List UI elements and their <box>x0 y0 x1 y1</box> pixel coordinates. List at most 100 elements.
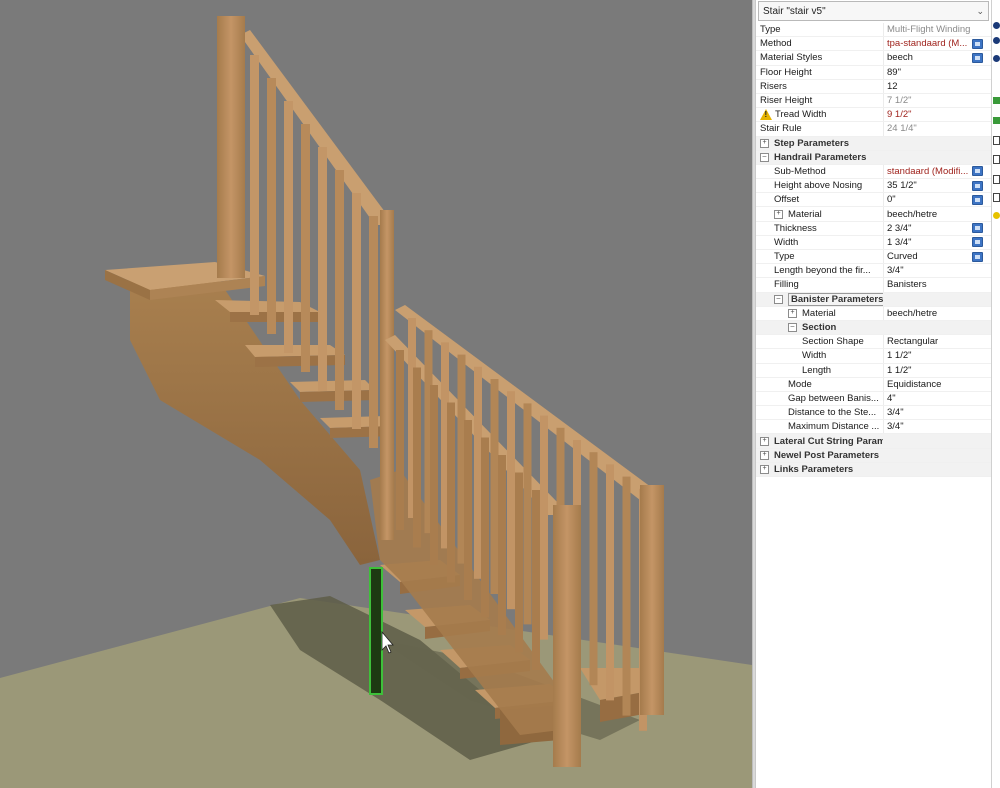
chevron-down-icon[interactable]: ⌄ <box>976 6 984 17</box>
property-row[interactable]: Type Multi-Flight Winding <box>756 23 991 38</box>
tool-icon[interactable] <box>993 193 1000 202</box>
property-row[interactable]: Gap between Banis... 4" <box>756 392 991 407</box>
expand-icon[interactable]: + <box>760 138 769 148</box>
property-row[interactable]: Mode Equidistance <box>756 378 991 392</box>
property-value[interactable]: 2 3/4" <box>883 223 972 234</box>
property-row[interactable]: Material Styles beech <box>756 51 991 66</box>
property-value[interactable]: 1 1/2" <box>883 365 972 376</box>
property-value[interactable]: 24 1/4" <box>883 123 972 134</box>
property-value[interactable]: 35 1/2" <box>883 180 972 191</box>
property-row[interactable]: + Lateral Cut String Parameters <box>756 434 991 449</box>
baluster <box>413 367 421 548</box>
collapse-icon[interactable]: – <box>760 152 769 162</box>
property-value[interactable]: 12 <box>883 81 972 92</box>
tool-icon[interactable] <box>993 212 1000 219</box>
edit-value-button[interactable] <box>972 251 983 262</box>
property-name: Type <box>756 24 883 35</box>
edit-value-button[interactable] <box>972 180 983 191</box>
property-row[interactable]: Length 1 1/2" <box>756 364 991 378</box>
property-value[interactable]: 89" <box>883 67 972 78</box>
collapse-icon[interactable]: – <box>788 323 797 333</box>
property-value[interactable]: Equidistance <box>883 379 972 390</box>
property-row[interactable]: Floor Height 89" <box>756 66 991 80</box>
stair-3d-render[interactable] <box>0 0 752 788</box>
tool-icon[interactable] <box>993 117 1000 124</box>
tool-icon[interactable] <box>993 155 1000 164</box>
property-row[interactable]: Distance to the Ste... 3/4" <box>756 406 991 421</box>
property-row[interactable]: – Handrail Parameters <box>756 150 991 165</box>
property-value[interactable]: Curved <box>883 251 972 262</box>
property-value[interactable]: 7 1/2" <box>883 95 972 106</box>
property-row[interactable]: Type Curved <box>756 250 991 265</box>
edit-value-button[interactable] <box>972 166 983 177</box>
property-row[interactable]: Section Shape Rectangular <box>756 335 991 350</box>
property-row[interactable]: Stair Rule 24 1/4" <box>756 122 991 137</box>
property-value[interactable]: 3/4" <box>883 265 972 276</box>
expand-icon[interactable]: + <box>760 436 769 446</box>
property-row[interactable]: Risers 12 <box>756 80 991 94</box>
edit-value-button[interactable] <box>972 52 983 63</box>
property-value[interactable]: 3/4" <box>883 421 972 432</box>
edit-value-button[interactable] <box>972 223 983 234</box>
baluster <box>622 476 631 716</box>
expand-icon[interactable]: + <box>788 308 797 318</box>
tool-icon[interactable] <box>993 97 1000 104</box>
property-row[interactable]: + Material beech/hetre <box>756 307 991 321</box>
property-value[interactable]: 0" <box>883 194 972 205</box>
property-value[interactable]: beech/hetre <box>883 209 972 220</box>
property-label: Length beyond the fir... <box>774 265 871 277</box>
property-value[interactable]: 1 3/4" <box>883 237 972 248</box>
property-label: Material <box>788 208 822 220</box>
property-row[interactable]: Width 1 1/2" <box>756 349 991 364</box>
tool-icon[interactable] <box>993 22 1000 29</box>
property-value[interactable]: Banisters <box>883 279 972 290</box>
property-row[interactable]: Length beyond the fir... 3/4" <box>756 264 991 279</box>
property-label: Maximum Distance ... <box>788 421 880 433</box>
property-value[interactable]: beech/hetre <box>883 308 972 319</box>
property-value[interactable]: standaard (Modifi... <box>883 166 972 177</box>
property-label: Section Shape <box>802 336 864 348</box>
baluster <box>498 455 506 635</box>
tool-icon[interactable] <box>993 175 1000 184</box>
property-value[interactable]: 1 1/2" <box>883 350 972 361</box>
property-row[interactable]: + Newel Post Parameters <box>756 448 991 463</box>
property-row[interactable]: – Banister Parameters <box>756 292 991 307</box>
property-label: Mode <box>788 378 812 390</box>
property-row[interactable]: + Material beech/hetre <box>756 207 991 222</box>
property-name: Filling <box>756 279 883 290</box>
collapse-icon[interactable]: – <box>774 294 783 304</box>
property-row[interactable]: – Section <box>756 320 991 336</box>
tool-icon[interactable] <box>993 37 1000 44</box>
property-name: + Newel Post Parameters <box>756 450 883 461</box>
property-value[interactable]: Multi-Flight Winding <box>883 24 972 35</box>
property-row[interactable]: Tread Width 9 1/2" <box>756 108 991 123</box>
property-row[interactable]: Sub-Method standaard (Modifi... <box>756 165 991 180</box>
edit-value-button[interactable] <box>972 237 983 248</box>
property-row[interactable]: Width 1 3/4" <box>756 236 991 250</box>
property-row[interactable]: Height above Nosing 35 1/2" <box>756 179 991 194</box>
edit-value-button[interactable] <box>972 38 983 49</box>
3d-viewport[interactable] <box>0 0 752 788</box>
property-value[interactable]: tpa-standaard (M... <box>883 38 972 49</box>
property-value[interactable]: 3/4" <box>883 407 972 418</box>
selected-baluster[interactable] <box>369 567 383 695</box>
property-row[interactable]: Thickness 2 3/4" <box>756 222 991 236</box>
expand-icon[interactable]: + <box>760 450 769 460</box>
tool-icon[interactable] <box>993 136 1000 145</box>
property-row[interactable]: + Step Parameters <box>756 136 991 151</box>
tool-icon[interactable] <box>993 55 1000 62</box>
object-selector-dropdown[interactable]: Stair "stair v5" ⌄ <box>758 1 989 21</box>
expand-icon[interactable]: + <box>774 209 783 219</box>
property-row[interactable]: Filling Banisters <box>756 278 991 293</box>
property-value[interactable]: 4" <box>883 393 972 404</box>
property-row[interactable]: Offset 0" <box>756 193 991 208</box>
property-row[interactable]: Riser Height 7 1/2" <box>756 94 991 109</box>
property-row[interactable]: Method tpa-standaard (M... <box>756 37 991 52</box>
edit-value-button[interactable] <box>972 194 983 205</box>
property-value[interactable]: Rectangular <box>883 336 972 347</box>
property-value[interactable]: beech <box>883 52 972 63</box>
property-row[interactable]: + Links Parameters <box>756 462 991 477</box>
property-value[interactable]: 9 1/2" <box>883 109 972 120</box>
property-row[interactable]: Maximum Distance ... 3/4" <box>756 420 991 435</box>
expand-icon[interactable]: + <box>760 464 769 474</box>
